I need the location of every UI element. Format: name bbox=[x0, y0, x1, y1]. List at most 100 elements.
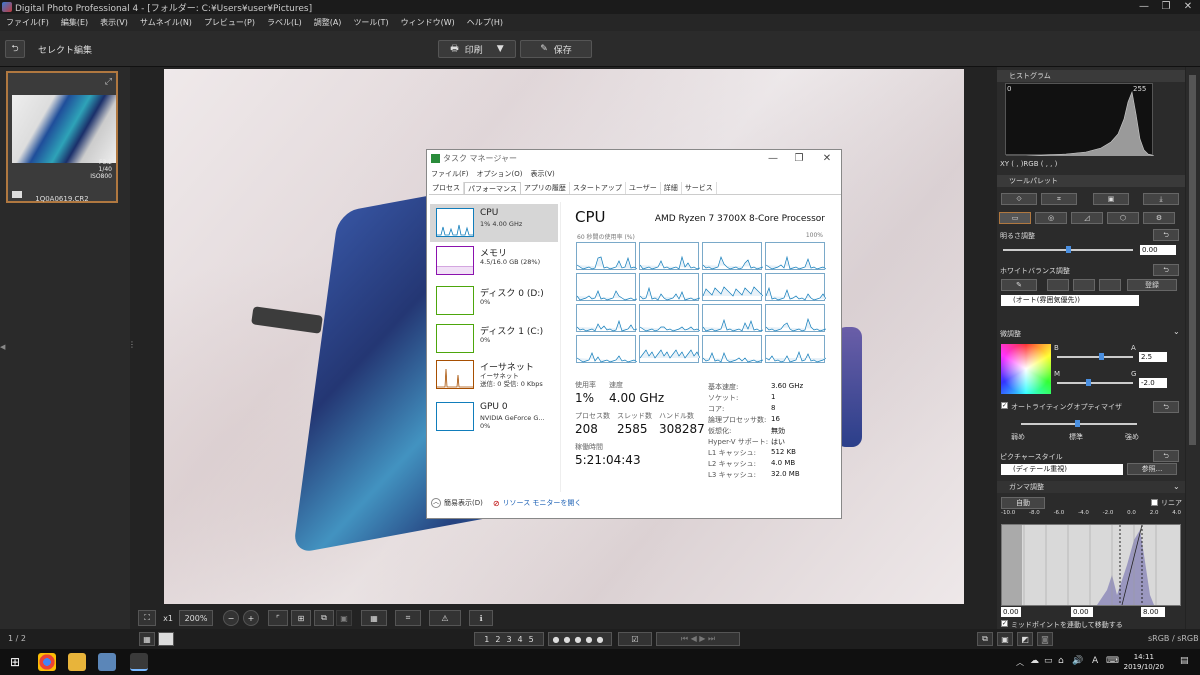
left-collapse-icon[interactable]: ◀ bbox=[0, 343, 5, 351]
af-point-icon[interactable]: ⌗ bbox=[395, 610, 421, 626]
wb-mode-select[interactable]: (オート(雰囲気優先)) bbox=[1001, 295, 1139, 306]
tm-minimize-button[interactable]: — bbox=[759, 150, 787, 168]
save-button[interactable]: ✎ 保存 bbox=[520, 40, 592, 58]
tab-performance[interactable]: パフォーマンス bbox=[464, 182, 521, 194]
back-button[interactable]: ⮌ bbox=[5, 40, 25, 58]
rating-5[interactable]: 5 bbox=[529, 635, 534, 644]
tm-menu-view[interactable]: 表示(V) bbox=[526, 168, 558, 180]
wb-register-button[interactable]: 登録 bbox=[1127, 279, 1177, 291]
fine-mg-knob[interactable] bbox=[1086, 379, 1091, 386]
wb-preset-3[interactable] bbox=[1099, 279, 1121, 291]
fine-ba-slider[interactable] bbox=[1057, 356, 1133, 358]
dpp-taskbar-icon[interactable] bbox=[130, 653, 148, 671]
fit-icon[interactable]: ⛶ bbox=[138, 610, 156, 626]
tool-export-icon[interactable]: ⤓ bbox=[1143, 193, 1179, 205]
close-button[interactable]: ✕ bbox=[1174, 0, 1200, 14]
tab-detail-icon[interactable]: ◎ bbox=[1035, 212, 1067, 224]
tray-device-icon[interactable]: ▭ bbox=[1044, 656, 1053, 666]
fine-a-value[interactable]: 2.5 bbox=[1139, 352, 1167, 362]
tray-volume-icon[interactable]: 🔊 bbox=[1072, 656, 1083, 666]
compact-chevron-icon[interactable]: ︿ bbox=[431, 498, 441, 508]
taskbar-clock[interactable]: 14:11 2019/10/20 bbox=[1124, 652, 1164, 672]
tab-services[interactable]: サービス bbox=[682, 182, 717, 194]
menu-edit[interactable]: 編集(E) bbox=[55, 17, 94, 28]
layout-icon[interactable]: ⊞ bbox=[291, 610, 311, 626]
tm-menu-file[interactable]: ファイル(F) bbox=[427, 168, 473, 180]
rating-bar[interactable]: 1 2 3 4 5 bbox=[474, 632, 544, 646]
start-windows-icon[interactable]: ⊞ bbox=[10, 655, 20, 669]
tray-network-icon[interactable]: ⌂ bbox=[1058, 656, 1064, 666]
menu-thumbnail[interactable]: サムネイル(N) bbox=[134, 17, 198, 28]
compact-view-link[interactable]: 簡易表示(D) bbox=[444, 498, 483, 508]
alo-checkbox[interactable]: ✓ bbox=[1001, 402, 1008, 409]
tab-startup[interactable]: スタートアップ bbox=[570, 182, 626, 194]
tab-details[interactable]: 詳細 bbox=[661, 182, 682, 194]
wb-eyedropper-icon[interactable]: ✎ bbox=[1001, 279, 1037, 291]
brightness-reset-icon[interactable]: ⮌ bbox=[1153, 229, 1179, 241]
ps-select[interactable]: (ディテール重視) bbox=[1001, 464, 1123, 475]
view-list-icon[interactable]: ☰ bbox=[158, 632, 174, 646]
alo-reset-icon[interactable]: ⮌ bbox=[1153, 401, 1179, 413]
tab-tone-icon[interactable]: ◿ bbox=[1071, 212, 1103, 224]
ps-browse-button[interactable]: 参照... bbox=[1127, 463, 1177, 475]
tm-menu-options[interactable]: オプション(O) bbox=[473, 168, 527, 180]
rating-2[interactable]: 2 bbox=[495, 635, 500, 644]
scrollbar-thumb[interactable] bbox=[1189, 75, 1196, 445]
menu-view[interactable]: 表示(V) bbox=[94, 17, 134, 28]
zoom-select[interactable]: 200% bbox=[179, 610, 213, 626]
rating-1[interactable]: 1 bbox=[484, 635, 489, 644]
tm-maximize-button[interactable]: ❐ bbox=[785, 150, 813, 168]
menu-window[interactable]: ウィンドウ(W) bbox=[395, 17, 461, 28]
print-button[interactable]: 🖶 印刷 ▼ bbox=[438, 40, 516, 58]
window-layout-icon[interactable]: ⧉ bbox=[977, 632, 993, 646]
compare-icon[interactable]: ⧉ bbox=[314, 610, 334, 626]
tray-chevron-icon[interactable]: ︿ bbox=[1016, 657, 1024, 668]
tab-settings-icon[interactable]: ⚙ bbox=[1143, 212, 1175, 224]
chrome-icon[interactable] bbox=[38, 653, 56, 671]
navigation-icon[interactable]: ⏮ ◀ ▶ ⏭ bbox=[656, 632, 740, 646]
zoom-out-icon[interactable]: − bbox=[223, 610, 239, 626]
gamma-left-value[interactable]: 0.00 bbox=[1001, 607, 1021, 617]
zoom-1x[interactable]: x1 bbox=[159, 610, 177, 626]
fine-ba-knob[interactable] bbox=[1099, 353, 1104, 360]
rating-4[interactable]: 4 bbox=[518, 635, 523, 644]
rating-3[interactable]: 3 bbox=[506, 635, 511, 644]
ime-indicator[interactable]: A bbox=[1092, 656, 1098, 666]
highlight-warning-icon[interactable]: ⚠ bbox=[429, 610, 461, 626]
zoom-in-icon[interactable]: + bbox=[243, 610, 259, 626]
file-explorer-icon[interactable] bbox=[68, 653, 86, 671]
gamma-linear-checkbox[interactable] bbox=[1151, 499, 1158, 506]
color-wheel[interactable] bbox=[1001, 344, 1051, 394]
brightness-value[interactable]: 0.00 bbox=[1140, 245, 1176, 255]
wb-preset-2[interactable] bbox=[1073, 279, 1095, 291]
resource-monitor-link[interactable]: リソース モニターを開く bbox=[503, 498, 582, 508]
app-window-icon[interactable] bbox=[98, 653, 116, 671]
right-scrollbar[interactable] bbox=[1186, 67, 1200, 629]
menu-label[interactable]: ラベル(L) bbox=[261, 17, 308, 28]
tool-crop-icon[interactable]: ⌗ bbox=[1041, 193, 1077, 205]
crop-tool-icon[interactable]: ⌜ bbox=[268, 610, 288, 626]
tab-app-history[interactable]: アプリの履歴 bbox=[521, 182, 570, 194]
gamma-mid-value[interactable]: 0.00 bbox=[1071, 607, 1093, 617]
info-icon[interactable]: ℹ bbox=[469, 610, 493, 626]
notification-icon[interactable]: ▤ bbox=[1180, 656, 1189, 666]
fine-mg-slider[interactable] bbox=[1057, 382, 1133, 384]
display-icon[interactable]: ▣ bbox=[336, 610, 352, 626]
zoom-icon[interactable]: ⤢ bbox=[105, 77, 112, 87]
gamma-curve[interactable] bbox=[1001, 524, 1181, 606]
collapse-gamma-icon[interactable]: ⌄ bbox=[1173, 482, 1180, 491]
camera-icon[interactable]: ◙ bbox=[1037, 632, 1053, 646]
resource-ethernet[interactable]: イーサネット イーサネット 送信: 0 受信: 0 Kbps bbox=[430, 356, 558, 394]
resource-disk-1[interactable]: ディスク 1 (C:) 0% bbox=[430, 320, 558, 358]
resource-gpu[interactable]: GPU 0 NVIDIA GeForce G... 0% bbox=[430, 398, 558, 436]
fine-g-value[interactable]: -2.0 bbox=[1139, 378, 1167, 388]
menu-tools[interactable]: ツール(T) bbox=[347, 17, 394, 28]
single-view-icon[interactable]: ▣ bbox=[997, 632, 1013, 646]
wb-preset-1[interactable] bbox=[1047, 279, 1069, 291]
resource-memory[interactable]: メモリ 4.5/16.0 GB (28%) bbox=[430, 242, 558, 280]
menu-preview[interactable]: プレビュー(P) bbox=[198, 17, 261, 28]
collapse-fine-icon[interactable]: ⌄ bbox=[1173, 327, 1180, 336]
brightness-knob[interactable] bbox=[1066, 246, 1071, 253]
tool-stamp-icon[interactable]: ▣ bbox=[1093, 193, 1129, 205]
resource-cpu[interactable]: CPU 1% 4.00 GHz bbox=[430, 204, 558, 242]
